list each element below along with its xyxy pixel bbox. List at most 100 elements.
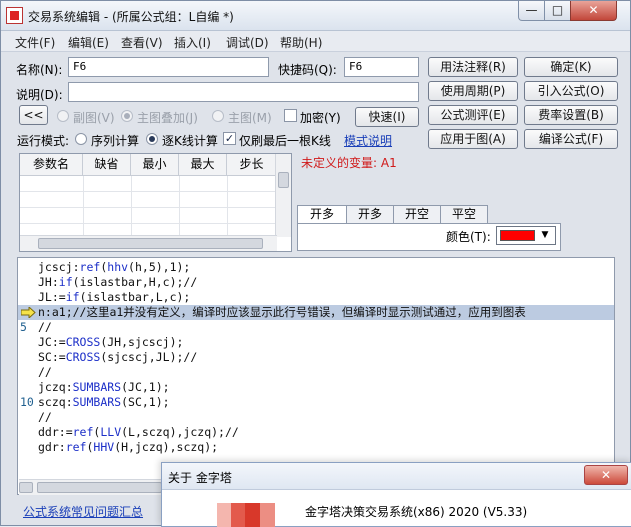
description-label: 说明(D):: [16, 88, 63, 102]
window-title: 交易系统编辑 - (所属公式组：L自编 *): [28, 10, 234, 24]
col-divider: [83, 176, 84, 236]
params-table: 参数名 缺省 最小 最大 步长: [19, 153, 292, 252]
editor-horizontal-scrollbar[interactable]: [19, 479, 165, 495]
quick-button[interactable]: 快速(I): [355, 107, 419, 127]
product-logo: [217, 503, 275, 527]
tick-radio[interactable]: [146, 133, 158, 145]
scroll-thumb[interactable]: [278, 172, 289, 188]
minimize-button[interactable]: —: [518, 1, 545, 21]
menu-file[interactable]: 文件(F): [15, 34, 55, 51]
col-min[interactable]: 最小: [131, 154, 179, 176]
table-row[interactable]: [20, 208, 277, 224]
code-line[interactable]: //: [38, 410, 52, 425]
tab-close-long[interactable]: 开多: [346, 205, 394, 224]
code-line[interactable]: n:a1;//这里a1并没有定义，编译时应该显示此行号错误，但编译时显示测试通过…: [38, 305, 526, 320]
col-param-name[interactable]: 参数名: [20, 154, 83, 176]
color-swatch: [500, 230, 535, 241]
chevron-down-icon[interactable]: ▼: [537, 228, 553, 243]
main-chart-label: 主图(M): [228, 111, 272, 125]
mode-help-link[interactable]: 模式说明: [344, 132, 392, 149]
code-line[interactable]: sczq:SUMBARS(SC,1);: [38, 395, 170, 410]
code-line[interactable]: JC:=CROSS(JH,sjcscj);: [38, 335, 183, 350]
import-formula-button[interactable]: 引入公式(O): [524, 81, 618, 101]
code-line[interactable]: //: [38, 365, 52, 380]
code-line[interactable]: JH:if(islastbar,H,c);//: [38, 275, 197, 290]
main-overlay-label: 主图叠加(J): [137, 111, 198, 125]
col-divider: [131, 176, 132, 236]
last-bar-label: 仅刷最后一根K线: [239, 134, 331, 148]
code-line[interactable]: jcscj:ref(hhv(h,5),1);: [38, 260, 190, 275]
scroll-thumb[interactable]: [38, 238, 263, 249]
ok-button[interactable]: 确定(K): [524, 57, 618, 77]
menu-debug[interactable]: 调试(D): [226, 34, 269, 51]
col-divider: [179, 176, 180, 236]
formula-test-button[interactable]: 公式测评(E): [428, 105, 518, 125]
main-overlay-radio[interactable]: [121, 110, 133, 122]
shortcut-label: 快捷码(Q):: [278, 63, 337, 77]
menu-insert[interactable]: 插入(I): [174, 34, 211, 51]
table-row[interactable]: [20, 176, 277, 192]
tab-open-short[interactable]: 开空: [393, 205, 441, 224]
menu-help[interactable]: 帮助(H): [280, 34, 322, 51]
sequential-radio[interactable]: [75, 133, 87, 145]
faq-link[interactable]: 公式系统常见问题汇总: [23, 503, 143, 520]
menu-view[interactable]: 查看(V): [121, 34, 163, 51]
shortcut-input[interactable]: F6: [344, 57, 419, 77]
col-max[interactable]: 最大: [179, 154, 227, 176]
current-line-arrow-icon: [21, 307, 36, 318]
collapse-button[interactable]: <<: [19, 105, 48, 125]
about-title-text: 关于 金字塔: [168, 471, 232, 485]
editor-gutter: 5 10: [18, 258, 37, 494]
col-default[interactable]: 缺省: [83, 154, 131, 176]
code-line[interactable]: gdr:ref(HHV(H,jczq),sczq);: [38, 440, 218, 455]
code-line[interactable]: //: [38, 320, 52, 335]
scroll-thumb[interactable]: [37, 482, 162, 493]
code-line[interactable]: SC:=CROSS(sjcscj,JL);//: [38, 350, 197, 365]
sub-chart-label: 副图(V): [73, 111, 115, 125]
code-editor[interactable]: 5 10 jcscj:ref(hhv(h,5),1); JH:if(islastba…: [17, 257, 615, 495]
title-bar[interactable]: 交易系统编辑 - (所属公式组：L自编 *) — □ ✕: [1, 1, 630, 31]
product-version: 金字塔决策交易系统(x86) 2020 (V5.33): [305, 505, 528, 519]
scroll-left-arrow[interactable]: [19, 482, 33, 493]
close-button[interactable]: ✕: [570, 1, 617, 21]
compile-formula-button[interactable]: 编译公式(F): [524, 129, 618, 149]
formula-editor-window: 交易系统编辑 - (所属公式组：L自编 *) — □ ✕ 文件(F) 编辑(E)…: [0, 0, 631, 527]
about-dialog: 关于 金字塔 ✕ 金字塔决策交易系统(x86) 2020 (V5.33): [161, 462, 631, 527]
about-title[interactable]: 关于 金字塔: [162, 463, 631, 490]
code-line[interactable]: ddr:=ref(LLV(L,sczq),jczq);//: [38, 425, 239, 440]
code-line[interactable]: jczq:SUMBARS(JC,1);: [38, 380, 170, 395]
code-line[interactable]: JL:=if(islastbar,L,c);: [38, 290, 190, 305]
col-step[interactable]: 步长: [227, 154, 277, 176]
color-select[interactable]: ▼: [496, 226, 556, 245]
usage-notes-button[interactable]: 用法注释(R): [428, 57, 518, 77]
app-logo-icon: [6, 7, 23, 24]
tab-close-short[interactable]: 平空: [440, 205, 488, 224]
error-message: 未定义的变量: A1: [301, 156, 397, 170]
table-row[interactable]: [20, 192, 277, 208]
signal-tab-panel: 颜色(T): ▼: [297, 223, 561, 251]
last-bar-checkbox[interactable]: ✓: [223, 132, 236, 145]
params-horizontal-scrollbar[interactable]: [20, 235, 277, 251]
menu-edit[interactable]: 编辑(E): [68, 34, 109, 51]
encrypt-label: 加密(Y): [300, 111, 341, 125]
name-input[interactable]: F6: [68, 57, 269, 77]
tick-label: 逐K线计算: [162, 134, 218, 148]
col-divider: [227, 176, 228, 236]
line-number: 10: [20, 395, 34, 409]
maximize-button[interactable]: □: [544, 1, 571, 21]
encrypt-checkbox[interactable]: [284, 109, 297, 122]
name-label: 名称(N):: [16, 63, 63, 77]
params-vertical-scrollbar[interactable]: [275, 154, 291, 237]
menu-bar: 文件(F) 编辑(E) 查看(V) 插入(I) 调试(D) 帮助(H): [1, 31, 630, 52]
run-mode-label: 运行模式:: [17, 134, 70, 148]
usage-period-button[interactable]: 使用周期(P): [428, 81, 518, 101]
description-input[interactable]: [68, 82, 419, 102]
apply-to-chart-button[interactable]: 应用于图(A): [428, 129, 518, 149]
sequential-label: 序列计算: [91, 134, 140, 148]
sub-chart-radio[interactable]: [57, 110, 69, 122]
params-header: 参数名 缺省 最小 最大 步长: [20, 154, 277, 176]
fee-settings-button[interactable]: 费率设置(B): [524, 105, 618, 125]
about-close-button[interactable]: ✕: [584, 465, 628, 485]
main-chart-radio[interactable]: [212, 110, 224, 122]
tab-open-long[interactable]: 开多: [297, 205, 347, 225]
